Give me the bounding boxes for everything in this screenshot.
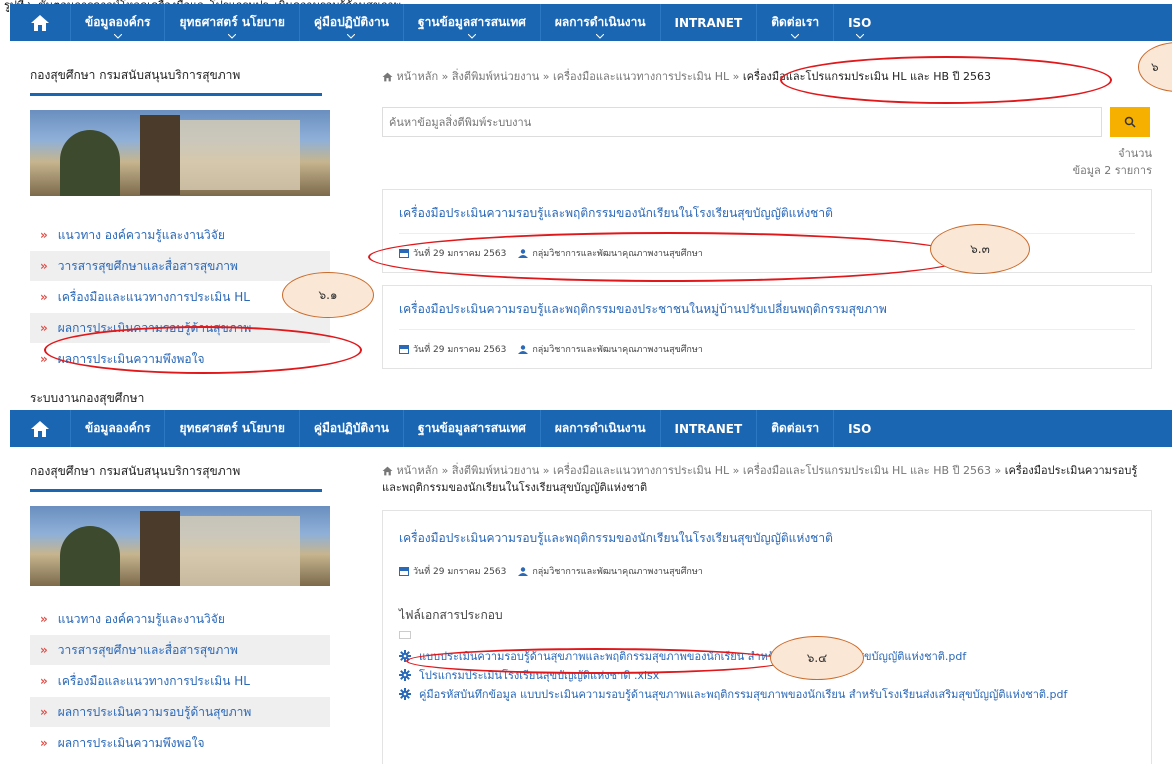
result-count: จำนวน ข้อมูล 2 รายการ: [1072, 147, 1152, 177]
home-icon: [382, 72, 393, 82]
sidebar-footer-title: ระบบงานกองสุขศึกษา: [30, 391, 145, 405]
nav-item-manual[interactable]: คู่มือปฏิบัติงาน: [298, 410, 403, 447]
breadcrumb: หน้าหลัก » สิ่งตีพิมพ์หน่วยงาน » เครื่อง…: [382, 464, 1138, 494]
detail-card: เครื่องมือประเมินความรอบรู้และพฤติกรรมขอ…: [382, 510, 1152, 764]
double-chevron-right-icon: »: [40, 612, 48, 626]
sidebar: กองสุขศึกษา กรมสนับสนุนบริการสุขภาพ » แนว…: [30, 450, 350, 764]
main-content: หน้าหลัก » สิ่งตีพิมพ์หน่วยงาน » เครื่อง…: [382, 68, 1152, 369]
chevron-down-icon: [791, 34, 800, 39]
nav-item-contact[interactable]: ติดต่อเรา: [756, 410, 833, 447]
double-chevron-right-icon: »: [40, 674, 48, 688]
nav-item-manual[interactable]: คู่มือปฏิบัติงาน: [298, 4, 403, 41]
gear-icon: [399, 669, 411, 681]
sidebar-item-hl-results[interactable]: » ผลการประเมินความรอบรู้ด้านสุขภาพ: [30, 697, 330, 728]
home-icon: [382, 466, 393, 476]
double-chevron-right-icon: »: [40, 321, 48, 335]
chevron-down-icon: [596, 34, 605, 39]
building-banner-image: [30, 506, 330, 586]
double-chevron-right-icon: »: [40, 643, 48, 657]
detail-meta: วันที่ 29 มกราคม 2563 กลุ่มวิชาการและพัฒ…: [399, 564, 1135, 578]
annotation-badge-6-4: ๖.๔: [770, 636, 864, 680]
breadcrumb-item[interactable]: เครื่องมือและโปรแกรมประเมิน HL และ HB ปี…: [743, 464, 991, 477]
nav-item-intranet[interactable]: INTRANET: [659, 410, 757, 447]
attachment-link[interactable]: คู่มือรหัสบันทึกข้อมูล แบบประเมินความรอบ…: [399, 687, 1135, 702]
nav-item-iso[interactable]: ISO: [833, 4, 885, 41]
chevron-down-icon: [228, 34, 237, 39]
breadcrumb-item[interactable]: เครื่องมือและแนวทางการประเมิน HL: [553, 464, 729, 477]
search-bar: [382, 107, 1152, 137]
sidebar-item-guidelines[interactable]: » แนวทาง องค์ความรู้และงานวิจัย: [30, 604, 330, 635]
nav-item-database[interactable]: ฐานข้อมูลสารสนเทศ: [402, 410, 540, 447]
annotation-ellipse: [44, 326, 362, 374]
main-navbar: ข้อมูลองค์กร ยุทธศาสตร์ นโยบาย คู่มือปฏิ…: [10, 410, 1172, 447]
sidebar-item-journal[interactable]: » วารสารสุขศึกษาและสื่อสารสุขภาพ: [30, 251, 330, 282]
result-card: เครื่องมือประเมินความรอบรู้และพฤติกรรมขอ…: [382, 285, 1152, 369]
search-input[interactable]: [382, 107, 1102, 137]
screenshot-detail: ข้อมูลองค์กร ยุทธศาสตร์ นโยบาย คู่มือปฏิ…: [10, 410, 1172, 764]
nav-home-button[interactable]: [10, 4, 70, 41]
breadcrumb-home[interactable]: หน้าหลัก: [397, 464, 439, 477]
main-navbar: ข้อมูลองค์กร ยุทธศาสตร์ นโยบาย คู่มือปฏิ…: [10, 4, 1172, 41]
result-title-link[interactable]: เครื่องมือประเมินความรอบรู้และพฤติกรรมขอ…: [399, 300, 1135, 330]
chevron-down-icon: [113, 34, 122, 39]
breadcrumb-item[interactable]: สิ่งตีพิมพ์หน่วยงาน: [452, 464, 539, 477]
nav-item-database[interactable]: ฐานข้อมูลสารสนเทศ: [402, 4, 540, 41]
breadcrumb-item[interactable]: เครื่องมือและแนวทางการประเมิน HL: [553, 70, 729, 83]
nav-home-button[interactable]: [10, 410, 70, 447]
double-chevron-right-icon: »: [40, 736, 48, 750]
chevron-down-icon: [347, 34, 356, 39]
result-title-link[interactable]: เครื่องมือประเมินความรอบรู้และพฤติกรรมขอ…: [399, 204, 1135, 234]
attachments-heading: ไฟล์เอกสารประกอบ: [399, 608, 503, 622]
double-chevron-right-icon: »: [40, 228, 48, 242]
sidebar-title: กองสุขศึกษา กรมสนับสนุนบริการสุขภาพ: [30, 54, 322, 96]
user-icon: [518, 566, 529, 576]
sidebar-item-hl-tools[interactable]: » เครื่องมือและแนวทางการประเมิน HL: [30, 666, 330, 697]
attachment-toggle[interactable]: [399, 631, 411, 639]
search-button[interactable]: [1110, 107, 1150, 137]
annotation-badge-6-3: ๖.๓: [930, 224, 1030, 274]
nav-item-strategy[interactable]: ยุทธศาสตร์ นโยบาย: [164, 4, 298, 41]
annotation-ellipse: [406, 648, 786, 674]
sidebar-item-guidelines[interactable]: » แนวทาง องค์ความรู้และงานวิจัย: [30, 220, 330, 251]
user-icon: [518, 344, 529, 354]
chevron-down-icon: [855, 34, 864, 39]
annotation-ellipse: [780, 56, 1112, 104]
nav-item-strategy[interactable]: ยุทธศาสตร์ นโยบาย: [164, 410, 298, 447]
chevron-down-icon: [467, 34, 476, 39]
home-icon: [31, 420, 49, 437]
sidebar-menu: » แนวทาง องค์ความรู้และงานวิจัย » วารสารสุ…: [30, 604, 330, 759]
annotation-ellipse: [368, 232, 968, 282]
breadcrumb-item[interactable]: สิ่งตีพิมพ์หน่วยงาน: [452, 70, 539, 83]
nav-item-performance[interactable]: ผลการดำเนินงาน: [539, 4, 660, 41]
search-icon: [1124, 116, 1136, 128]
home-icon: [31, 14, 49, 31]
result-meta: วันที่ 29 มกราคม 2563 กลุ่มวิชาการและพัฒ…: [399, 342, 1135, 356]
double-chevron-right-icon: »: [40, 705, 48, 719]
nav-item-intranet[interactable]: INTRANET: [659, 4, 757, 41]
nav-item-performance[interactable]: ผลการดำเนินงาน: [539, 410, 660, 447]
nav-item-contact[interactable]: ติดต่อเรา: [756, 4, 833, 41]
calendar-icon: [399, 566, 409, 576]
building-banner-image: [30, 110, 330, 196]
main-content: หน้าหลัก » สิ่งตีพิมพ์หน่วยงาน » เครื่อง…: [382, 462, 1152, 764]
double-chevron-right-icon: »: [40, 259, 48, 273]
annotation-badge-6-1: ๖.๑: [282, 272, 374, 318]
gear-icon: [399, 688, 411, 700]
nav-item-organization[interactable]: ข้อมูลองค์กร: [70, 410, 164, 447]
sidebar-item-journal[interactable]: » วารสารสุขศึกษาและสื่อสารสุขภาพ: [30, 635, 330, 666]
breadcrumb-home[interactable]: หน้าหลัก: [397, 70, 439, 83]
nav-item-iso[interactable]: ISO: [833, 410, 885, 447]
nav-item-organization[interactable]: ข้อมูลองค์กร: [70, 4, 164, 41]
screenshot-listing: ข้อมูลองค์กร ยุทธศาสตร์ นโยบาย คู่มือปฏิ…: [10, 4, 1172, 406]
calendar-icon: [399, 344, 409, 354]
sidebar-item-satisfaction[interactable]: » ผลการประเมินความพึงพอใจ: [30, 728, 330, 759]
detail-title: เครื่องมือประเมินความรอบรู้และพฤติกรรมขอ…: [399, 531, 833, 545]
double-chevron-right-icon: »: [40, 290, 48, 304]
sidebar-title: กองสุขศึกษา กรมสนับสนุนบริการสุขภาพ: [30, 450, 322, 492]
